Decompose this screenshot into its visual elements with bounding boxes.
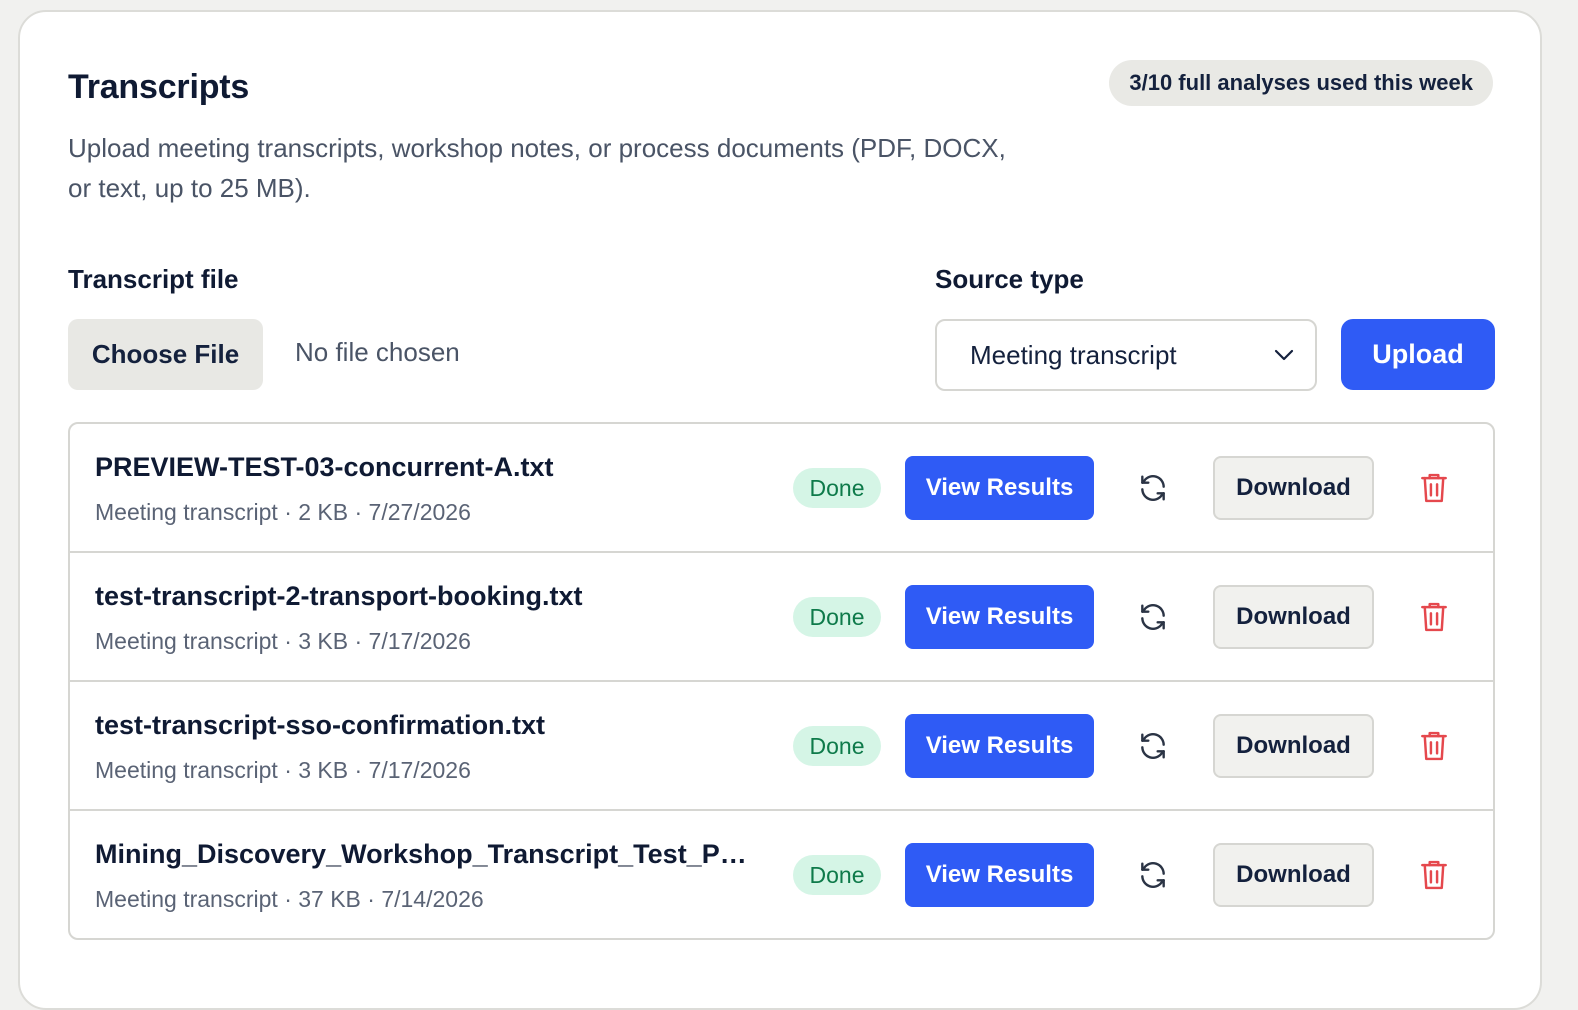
status-badge: Done xyxy=(793,468,881,508)
file-meta: Meeting transcript · 3 KB · 7/17/2026 xyxy=(95,757,471,783)
download-button[interactable]: Download xyxy=(1213,714,1374,778)
file-name: Mining_Discovery_Workshop_Transcript_Tes… xyxy=(95,839,760,869)
transcript-list: PREVIEW-TEST-03-concurrent-A.txt Meeting… xyxy=(68,422,1495,940)
status-badge: Done xyxy=(793,726,881,766)
refresh-icon[interactable] xyxy=(1133,468,1173,508)
no-file-chosen-text: No file chosen xyxy=(295,337,460,367)
status-badge: Done xyxy=(793,597,881,637)
choose-file-button[interactable]: Choose File xyxy=(68,319,263,390)
upload-button[interactable]: Upload xyxy=(1341,319,1495,390)
refresh-icon[interactable] xyxy=(1133,597,1173,637)
file-name: test-transcript-sso-confirmation.txt xyxy=(95,710,546,740)
file-meta: Meeting transcript · 3 KB · 7/17/2026 xyxy=(95,628,471,654)
download-button[interactable]: Download xyxy=(1213,585,1374,649)
view-results-button[interactable]: View Results xyxy=(905,843,1094,907)
source-type-select[interactable]: Meeting transcript xyxy=(935,319,1317,391)
file-name: test-transcript-2-transport-booking.txt xyxy=(95,581,583,611)
trash-icon[interactable] xyxy=(1414,597,1454,637)
refresh-icon[interactable] xyxy=(1133,726,1173,766)
transcript-row: Mining_Discovery_Workshop_Transcript_Tes… xyxy=(70,811,1493,938)
transcript-row: test-transcript-2-transport-booking.txt … xyxy=(70,553,1493,682)
page-description: Upload meeting transcripts, workshop not… xyxy=(68,133,1006,203)
refresh-icon[interactable] xyxy=(1133,855,1173,895)
trash-icon[interactable] xyxy=(1414,855,1454,895)
transcripts-card: Transcripts 3/10 full analyses used this… xyxy=(18,10,1542,1010)
page-title: Transcripts xyxy=(68,68,250,106)
file-meta: Meeting transcript · 37 KB · 7/14/2026 xyxy=(95,886,484,912)
transcript-file-label: Transcript file xyxy=(68,264,239,294)
transcript-row: PREVIEW-TEST-03-concurrent-A.txt Meeting… xyxy=(70,424,1493,553)
source-type-label: Source type xyxy=(935,264,1084,294)
file-name: PREVIEW-TEST-03-concurrent-A.txt xyxy=(95,452,554,482)
usage-badge: 3/10 full analyses used this week xyxy=(1109,60,1493,106)
trash-icon[interactable] xyxy=(1414,468,1454,508)
view-results-button[interactable]: View Results xyxy=(905,585,1094,649)
view-results-button[interactable]: View Results xyxy=(905,456,1094,520)
download-button[interactable]: Download xyxy=(1213,843,1374,907)
status-badge: Done xyxy=(793,855,881,895)
chevron-down-icon xyxy=(1273,344,1295,366)
source-type-value: Meeting transcript xyxy=(970,339,1177,370)
view-results-button[interactable]: View Results xyxy=(905,714,1094,778)
download-button[interactable]: Download xyxy=(1213,456,1374,520)
file-meta: Meeting transcript · 2 KB · 7/27/2026 xyxy=(95,499,471,525)
trash-icon[interactable] xyxy=(1414,726,1454,766)
transcript-row: test-transcript-sso-confirmation.txt Mee… xyxy=(70,682,1493,811)
